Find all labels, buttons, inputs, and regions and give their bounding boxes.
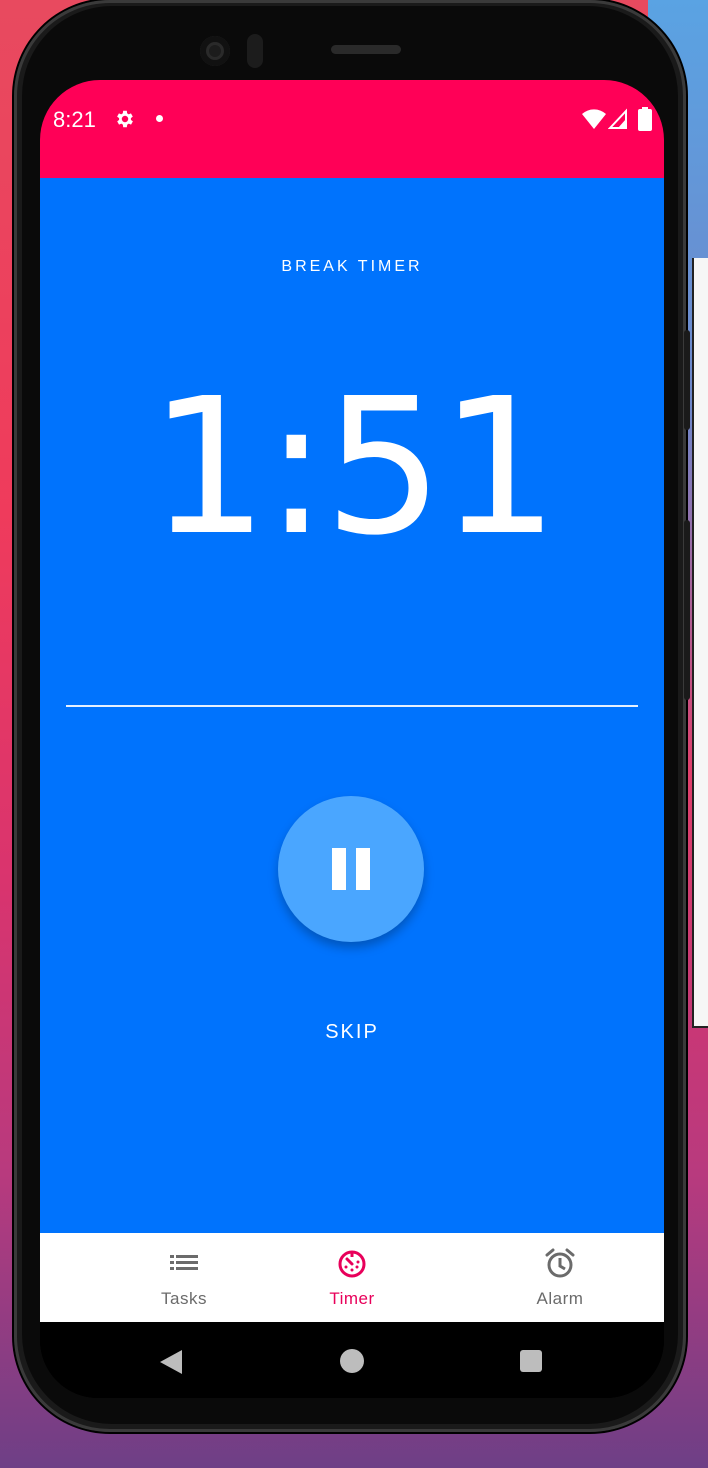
background-window-edge: [692, 258, 708, 1028]
bottom-navigation: Tasks Timer Alarm: [40, 1233, 664, 1322]
notification-dot-icon: [156, 115, 163, 122]
list-icon: [170, 1255, 198, 1270]
status-time: 8:21: [53, 107, 96, 132]
timer-mode-label: BREAK TIMER: [281, 258, 423, 275]
pause-icon: [332, 848, 346, 890]
battery-icon: [638, 107, 652, 131]
power-button: [684, 520, 690, 700]
gear-icon: [117, 110, 133, 128]
timer-screen: BREAK TIMER 1:51 SKIP: [40, 178, 664, 1233]
device-screen: 8:21 BREAK TIMER 1:51 SKIP Tasks Timer A…: [40, 80, 664, 1398]
nav-label-timer: Timer: [329, 1289, 375, 1308]
timer-countdown: 1:51: [148, 358, 559, 577]
pause-button[interactable]: [278, 796, 424, 942]
timer-icon: [338, 1250, 366, 1278]
earpiece-speaker: [331, 45, 401, 54]
home-icon[interactable]: [340, 1349, 364, 1373]
signal-icon: [608, 108, 627, 129]
recents-icon[interactable]: [520, 1350, 542, 1372]
wifi-icon: [582, 109, 606, 129]
volume-button: [684, 330, 690, 430]
alarm-clock-icon: [545, 1248, 575, 1278]
back-icon[interactable]: [158, 1348, 184, 1376]
system-navigation-bar: [40, 1322, 664, 1398]
nav-label-alarm: Alarm: [536, 1289, 584, 1308]
status-bar: 8:21: [40, 80, 664, 178]
nav-item-timer[interactable]: Timer: [248, 1233, 456, 1322]
nav-item-alarm[interactable]: Alarm: [456, 1233, 664, 1322]
skip-button[interactable]: SKIP: [302, 1014, 402, 1050]
front-camera-icon: [200, 36, 230, 66]
proximity-sensor: [247, 34, 263, 68]
divider: [66, 705, 638, 707]
pause-icon-bar: [356, 848, 370, 890]
